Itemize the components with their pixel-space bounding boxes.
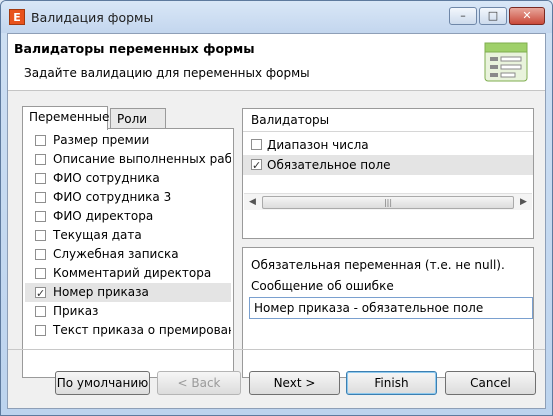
checkbox-checked[interactable]	[35, 284, 46, 302]
tab-roles[interactable]: Роли	[110, 108, 166, 128]
tab-variables[interactable]: Переменные	[22, 106, 109, 130]
list-item[interactable]: Описание выполненных работ	[25, 150, 231, 169]
scroll-left-icon[interactable]: ◀	[244, 194, 261, 211]
window-title: Валидация формы	[31, 10, 154, 25]
list-item[interactable]: Текст приказа о премировани	[25, 321, 231, 340]
error-message-label: Сообщение об ошибке	[251, 279, 394, 293]
minimize-button[interactable]: –	[449, 7, 477, 25]
footer-divider	[8, 349, 545, 350]
checkbox-checked[interactable]	[251, 156, 262, 176]
list-item[interactable]: Служебная записка	[25, 245, 231, 264]
header-title: Валидаторы переменных формы	[14, 41, 255, 56]
checkbox[interactable]	[35, 230, 46, 241]
checkbox[interactable]	[35, 268, 46, 279]
maximize-button[interactable]: □	[479, 7, 507, 25]
next-button[interactable]: Next >	[249, 371, 340, 395]
validator-description: Обязательная переменная (т.е. не null).	[251, 258, 505, 272]
scroll-thumb[interactable]: |||	[262, 196, 514, 209]
close-button[interactable]: ✕	[509, 7, 545, 25]
header-description: Задайте валидацию для переменных формы	[24, 66, 310, 80]
checkbox[interactable]	[35, 173, 46, 184]
app-icon: E	[9, 9, 25, 25]
dialog-client-area: Валидаторы переменных формы Задайте вали…	[7, 33, 546, 409]
wizard-header: Валидаторы переменных формы Задайте вали…	[8, 34, 545, 91]
validator-item[interactable]: Диапазон числа	[243, 135, 533, 155]
checkbox[interactable]	[35, 135, 46, 146]
title-bar: E Валидация формы – □ ✕	[1, 1, 552, 33]
validator-item-selected[interactable]: Обязательное поле	[243, 155, 533, 176]
horizontal-scrollbar[interactable]: ◀ ||| ▶	[244, 193, 532, 210]
list-item[interactable]: ФИО сотрудника	[25, 169, 231, 188]
checkbox[interactable]	[251, 139, 262, 150]
list-item[interactable]: Текущая дата	[25, 226, 231, 245]
cancel-button[interactable]: Cancel	[445, 371, 536, 395]
checkbox[interactable]	[35, 249, 46, 260]
back-button[interactable]: < Back	[157, 371, 241, 395]
finish-button[interactable]: Finish	[346, 371, 437, 395]
checkbox[interactable]	[35, 192, 46, 203]
list-item[interactable]: ФИО директора	[25, 207, 231, 226]
checkbox[interactable]	[35, 154, 46, 165]
list-item[interactable]: Комментарий директора	[25, 264, 231, 283]
list-item[interactable]: Размер премии	[25, 131, 231, 150]
list-item[interactable]: ФИО сотрудника 3	[25, 188, 231, 207]
validator-details-panel: Обязательная переменная (т.е. не null). …	[242, 247, 534, 378]
validators-header: Валидаторы	[243, 109, 533, 132]
list-item[interactable]: Приказ	[25, 302, 231, 321]
checkbox[interactable]	[35, 325, 46, 336]
variables-list: Размер премии Описание выполненных работ…	[22, 128, 234, 378]
checkbox[interactable]	[35, 306, 46, 317]
form-validation-icon	[484, 42, 528, 82]
dialog-window: E Валидация формы – □ ✕ Валидаторы перем…	[0, 0, 553, 416]
scroll-right-icon[interactable]: ▶	[515, 194, 532, 211]
validators-panel: Валидаторы Диапазон числа Обязательное п…	[242, 108, 534, 239]
restore-defaults-button[interactable]: По умолчанию	[55, 371, 150, 395]
checkbox[interactable]	[35, 211, 46, 222]
list-item-selected[interactable]: Номер приказа	[25, 283, 231, 302]
error-message-input[interactable]	[249, 297, 533, 319]
